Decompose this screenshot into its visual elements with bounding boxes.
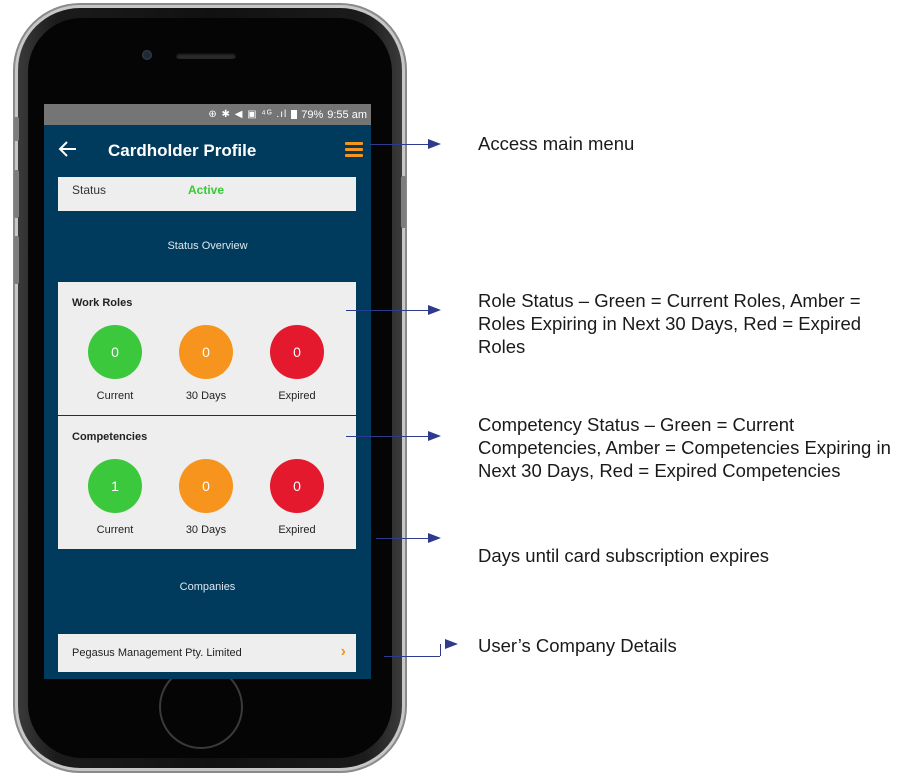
menu-arrow-line xyxy=(370,144,432,145)
status-label: Status xyxy=(72,183,107,197)
roles-current-count: 0 xyxy=(111,344,119,360)
work-roles-panel: Work Roles 0 0 0 Current 30 Days Expired xyxy=(58,282,356,415)
comp-30days-badge[interactable]: 0 xyxy=(179,459,233,513)
status-value: Active xyxy=(188,183,225,197)
roles-current-label: Current xyxy=(96,390,134,402)
status-overview-heading: Status Overview xyxy=(167,240,248,252)
volume-down-button xyxy=(14,236,19,284)
comp-current-count: 1 xyxy=(111,478,119,494)
competencies-panel: Competencies 1 0 0 Current 30 Days Expir… xyxy=(58,416,356,549)
comp-expired-badge[interactable]: 0 xyxy=(270,459,324,513)
clock: 9:55 am xyxy=(327,108,367,121)
menu-arrowhead-icon xyxy=(428,139,441,149)
annotation-roles: Role Status – Green = Current Roles, Amb… xyxy=(478,290,862,357)
comp-current-badge[interactable]: 1 xyxy=(88,459,142,513)
hamburger-menu-icon[interactable] xyxy=(345,142,363,158)
roles-current-badge[interactable]: 0 xyxy=(88,325,142,379)
comp-expired-count: 0 xyxy=(293,478,301,494)
app-bar: Cardholder Profile xyxy=(44,125,371,177)
company-arrow-line xyxy=(384,656,440,657)
company-name: Pegasus Management Pty. Limited xyxy=(72,647,242,659)
company-row[interactable]: Pegasus Management Pty. Limited › xyxy=(58,634,356,672)
volume-up-button xyxy=(14,170,19,218)
front-camera xyxy=(142,50,152,60)
subscription-arrowhead-icon xyxy=(428,533,441,543)
power-button xyxy=(401,176,406,228)
silent-switch xyxy=(14,117,19,141)
competency-arrowhead-icon xyxy=(428,431,441,441)
company-arrow-riser xyxy=(440,644,441,656)
comp-current-label: Current xyxy=(96,524,134,536)
competency-arrow-line xyxy=(346,436,432,437)
annotation-subscription: Days until card subscription expires xyxy=(478,545,769,566)
earpiece-speaker xyxy=(176,53,236,59)
status-row: Status Active xyxy=(58,177,356,211)
company-arrowhead-icon xyxy=(445,639,458,649)
roles-30days-count: 0 xyxy=(202,344,210,360)
annotation-competency: Competency Status – Green = Current Comp… xyxy=(478,414,891,481)
work-roles-title: Work Roles xyxy=(72,297,133,309)
back-arrow-icon[interactable] xyxy=(56,137,80,161)
android-status-bar: ⊕ ✱ ◀ ▣ ⁴ᴳ .ıl 79% 9:55 am xyxy=(44,104,371,125)
roles-30days-label: 30 Days xyxy=(185,390,227,402)
companies-heading: Companies xyxy=(179,581,236,593)
subscription-arrow-line xyxy=(376,538,432,539)
status-icons: ⊕ ✱ ◀ ▣ ⁴ᴳ .ıl xyxy=(208,109,288,120)
roles-expired-badge[interactable]: 0 xyxy=(270,325,324,379)
comp-expired-label: Expired xyxy=(278,524,316,536)
battery-icon xyxy=(291,110,298,119)
chevron-right-icon: › xyxy=(340,643,346,660)
annotation-menu: Access main menu xyxy=(478,133,635,154)
roles-expired-label: Expired xyxy=(278,390,316,402)
competencies-title: Competencies xyxy=(72,431,148,443)
annotation-company: User’s Company Details xyxy=(478,635,677,656)
roles-arrowhead-icon xyxy=(428,305,441,315)
comp-30days-label: 30 Days xyxy=(185,524,227,536)
roles-arrow-line xyxy=(346,310,432,311)
roles-30days-badge[interactable]: 0 xyxy=(179,325,233,379)
roles-expired-count: 0 xyxy=(293,344,301,360)
comp-30days-count: 0 xyxy=(202,478,210,494)
page-title: Cardholder Profile xyxy=(108,141,257,160)
battery-percent: 79% xyxy=(301,108,324,121)
phone-screen: ⊕ ✱ ◀ ▣ ⁴ᴳ .ıl 79% 9:55 am Cardholder Pr… xyxy=(44,104,371,679)
